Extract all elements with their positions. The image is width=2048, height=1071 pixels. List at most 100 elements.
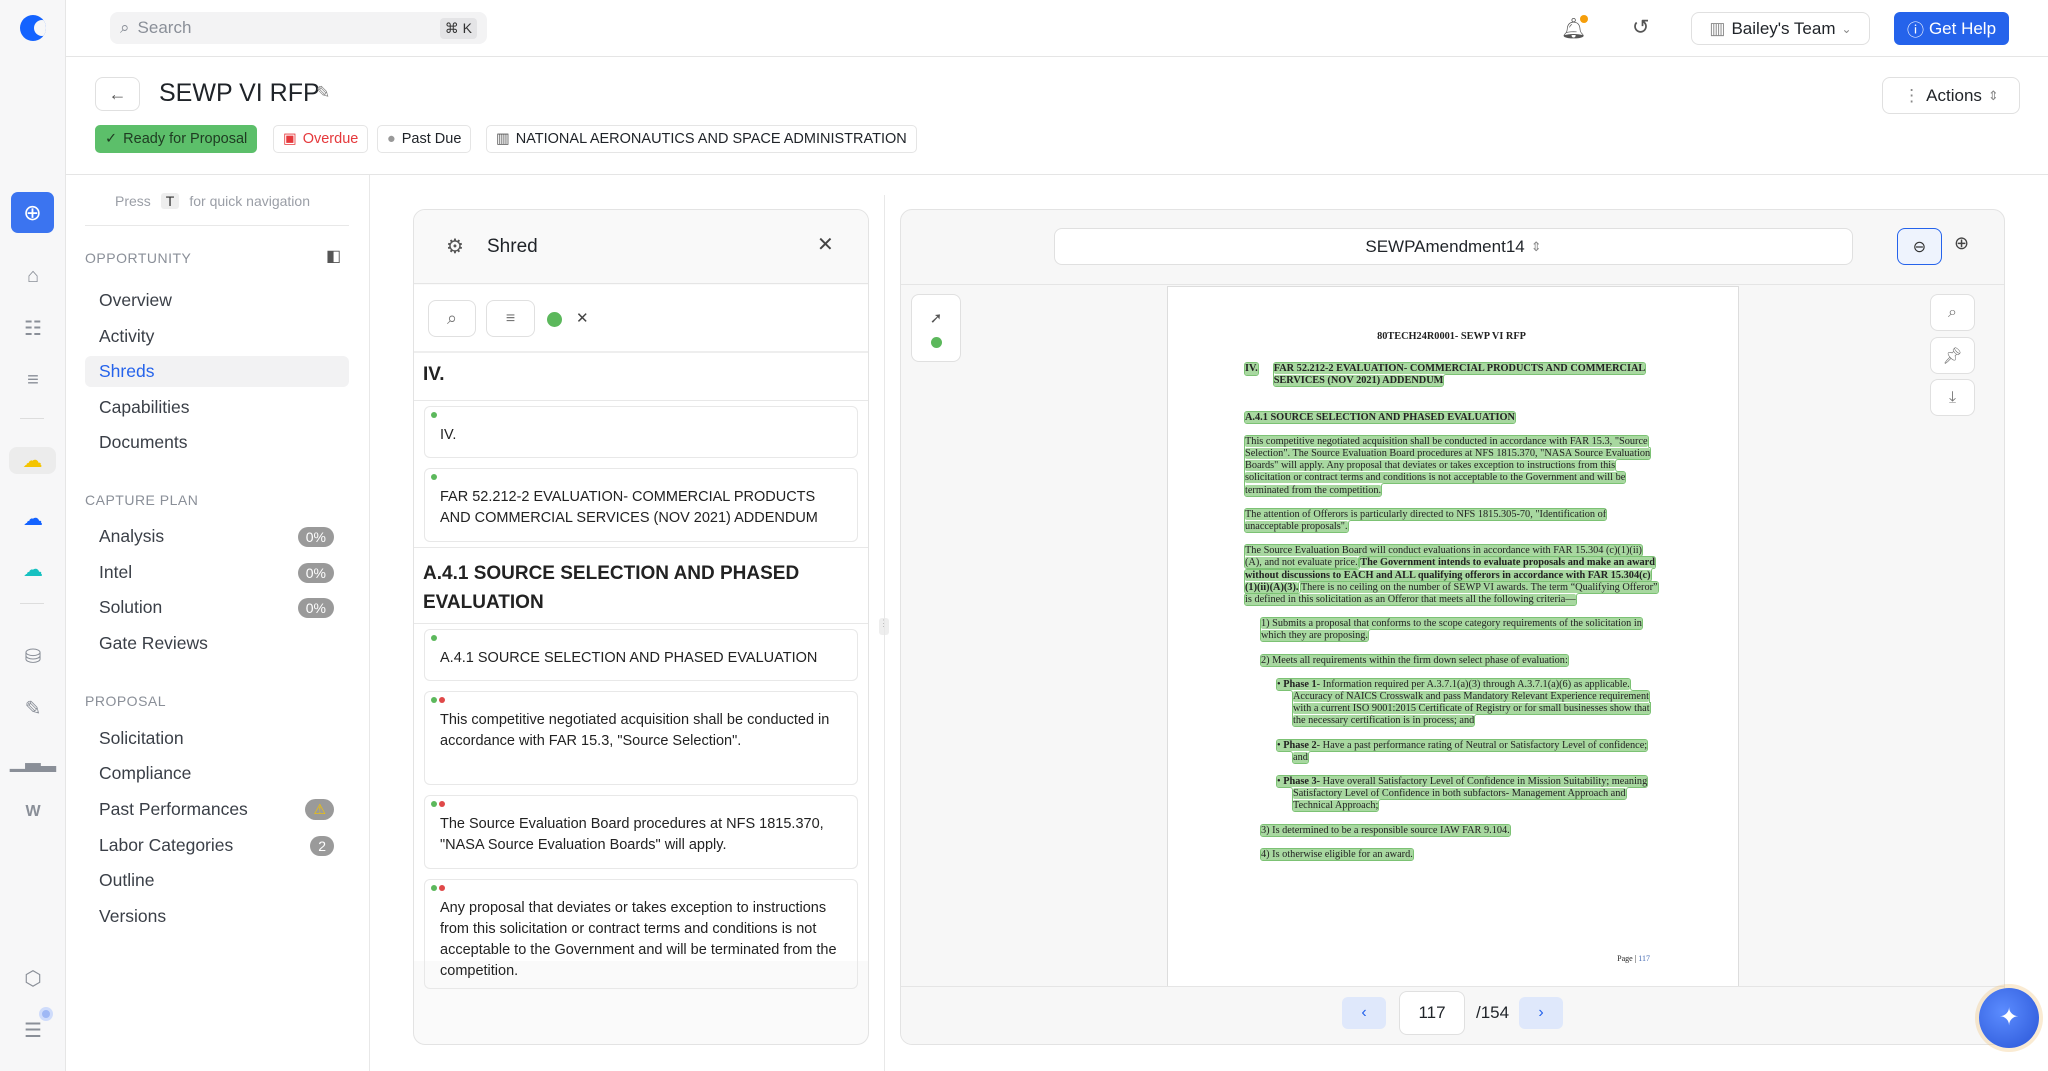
quick-nav-hint: Press T for quick navigation xyxy=(115,193,310,209)
back-button[interactable]: ← xyxy=(95,77,140,111)
zoom-in-button[interactable]: ⊕ xyxy=(1954,233,1969,254)
pdf-header: 80TECH24R0001- SEWP VI RFP xyxy=(1377,331,1526,342)
pdf-highlight[interactable]: There is no ceiling on the number of SEW… xyxy=(1244,580,1659,607)
nav-item-shreds[interactable]: Shreds xyxy=(85,356,349,387)
section-title-opportunity: OPPORTUNITY xyxy=(85,250,192,266)
nav-label: Analysis xyxy=(99,526,165,546)
edit-doc-icon[interactable]: ✎ xyxy=(17,692,49,724)
shred-card[interactable]: The Source Evaluation Board procedures a… xyxy=(424,795,858,869)
pdf-subsection[interactable]: A.4.1 SOURCE SELECTION AND PHASED EVALUA… xyxy=(1244,410,1516,424)
shred-text: Any proposal that deviates or takes exce… xyxy=(440,900,837,979)
shred-card[interactable]: This competitive negotiated acquisition … xyxy=(424,691,858,785)
collapse-sidebar-icon[interactable]: ◧ xyxy=(326,246,341,266)
workspace-blue-icon[interactable]: ☁ xyxy=(17,502,49,534)
pdf-phase-label: Phase 3- xyxy=(1283,776,1321,788)
pdf-highlight[interactable]: 4) Is otherwise eligible for an award. xyxy=(1260,847,1414,861)
search-list-icon[interactable]: ≡ xyxy=(17,364,49,396)
nav-item-overview[interactable]: Overview xyxy=(85,285,349,316)
download-button[interactable]: ⤓ xyxy=(1930,379,1975,416)
page-number-input[interactable]: 117 xyxy=(1399,991,1465,1035)
zoom-out-button[interactable]: ⊖ xyxy=(1897,228,1942,265)
status-tag-overdue[interactable]: ▣ Overdue xyxy=(273,125,369,153)
nav-item-solution[interactable]: Solution 0% xyxy=(85,592,349,623)
nav-item-capabilities[interactable]: Capabilities xyxy=(85,392,349,423)
find-in-document-button[interactable]: ⌕ xyxy=(1930,294,1975,331)
settings-icon[interactable]: ⚙ xyxy=(446,234,464,259)
shred-card[interactable]: Any proposal that deviates or takes exce… xyxy=(424,879,858,989)
green-filter-dot[interactable] xyxy=(547,312,562,327)
nav-item-analysis[interactable]: Analysis 0% xyxy=(85,521,349,552)
ai-assistant-button[interactable]: ✦ xyxy=(1979,988,2039,1048)
pdf-highlight[interactable]: 3) Is determined to be a responsible sou… xyxy=(1260,823,1511,837)
shred-list: ⌕ ≡ ✕ IV. IV. FAR 52.212-2 EVALUATION- C… xyxy=(414,285,868,989)
more-vertical-icon: ⋮ xyxy=(1903,85,1921,105)
tag-label: NATIONAL AERONAUTICS AND SPACE ADMINISTR… xyxy=(515,131,907,147)
team-selector[interactable]: ▥ Bailey's Team ⌄ xyxy=(1691,12,1870,45)
chart-icon[interactable]: ▁▃▂ xyxy=(10,744,56,776)
nav-item-intel[interactable]: Intel 0% xyxy=(85,557,349,588)
document-selector[interactable]: SEWPAmendment14 ⇕ xyxy=(1054,228,1853,265)
pdf-highlight[interactable]: 2) Meets all requirements within the fir… xyxy=(1260,653,1569,667)
filter-button[interactable]: ≡ xyxy=(486,300,535,337)
pin-button[interactable]: 📌︎ xyxy=(1930,337,1975,374)
nav-item-outline[interactable]: Outline xyxy=(85,865,349,896)
nav-label: Past Performances xyxy=(99,799,248,819)
pdf-footer-label: Page | xyxy=(1617,954,1637,963)
chevron-updown-icon: ⇕ xyxy=(1987,87,1999,103)
app-logo[interactable] xyxy=(20,15,46,41)
close-icon[interactable]: ✕ xyxy=(817,232,834,257)
bell-icon[interactable]: 🔔︎ xyxy=(1561,15,1589,41)
pdf-highlight[interactable]: Have overall Satisfactory Level of Confi… xyxy=(1293,776,1647,811)
shred-card[interactable]: IV. xyxy=(424,406,858,458)
pdf-highlight[interactable]: 1) Submits a proposal that conforms to t… xyxy=(1260,617,1643,643)
actions-button[interactable]: ⋮ Actions ⇕ xyxy=(1882,77,2020,114)
nav-item-gate-reviews[interactable]: Gate Reviews xyxy=(85,628,349,659)
history-icon[interactable]: ↺ xyxy=(1632,15,1650,40)
database-icon[interactable]: ⛁ xyxy=(17,640,49,672)
search-button[interactable]: ⌕ xyxy=(428,300,476,337)
next-page-button[interactable]: › xyxy=(1519,997,1563,1029)
edit-title-icon[interactable]: ✎ xyxy=(316,83,330,103)
word-icon[interactable]: W xyxy=(17,796,49,828)
prev-page-button[interactable]: ‹ xyxy=(1342,997,1386,1029)
status-tag-past-due[interactable]: ● Past Due xyxy=(377,125,472,153)
shred-card[interactable]: A.4.1 SOURCE SELECTION AND PHASED EVALUA… xyxy=(424,629,858,681)
tag-label: Past Due xyxy=(401,131,462,147)
get-help-button[interactable]: ⓘ Get Help xyxy=(1894,12,2009,45)
nav-item-past-performances[interactable]: Past Performances ⚠ xyxy=(85,794,349,825)
nav-item-activity[interactable]: Activity xyxy=(85,321,349,352)
pdf-phase-label: Phase 2 xyxy=(1283,739,1317,751)
status-tag-ready[interactable]: ✓ Ready for Proposal xyxy=(95,125,258,153)
pdf-highlight[interactable]: This competitive negotiated acquisition … xyxy=(1243,434,1652,497)
shred-text: FAR 52.212-2 EVALUATION- COMMERCIAL PROD… xyxy=(440,489,818,526)
nav-item-documents[interactable]: Documents xyxy=(85,427,349,458)
agency-tag[interactable]: ▥ NATIONAL AERONAUTICS AND SPACE ADMINIST… xyxy=(486,125,917,153)
section-title-capture-plan: CAPTURE PLAN xyxy=(85,492,199,508)
pdf-page: 80TECH24R0001- SEWP VI RFP IV. FAR 52.212… xyxy=(1167,286,1739,996)
green-highlight-dot[interactable] xyxy=(930,336,942,348)
list-icon[interactable]: ☷ xyxy=(17,312,49,344)
clear-filter-icon[interactable]: ✕ xyxy=(576,309,589,327)
pdf-section-number[interactable]: IV. xyxy=(1244,362,1259,377)
shred-text: IV. xyxy=(440,427,457,443)
pdf-highlight[interactable]: - Information required per A.3.7.1(a)(3)… xyxy=(1293,679,1650,727)
pdf-highlight[interactable]: - Have a past performance rating of Neut… xyxy=(1293,740,1647,763)
pointer-icon[interactable]: ➚ xyxy=(930,309,943,327)
pdf-highlight[interactable]: The attention of Offerors is particularl… xyxy=(1243,507,1608,534)
integration-icon[interactable]: ⬡ xyxy=(17,962,49,994)
nav-item-compliance[interactable]: Compliance xyxy=(85,758,349,789)
progress-badge: 0% xyxy=(297,597,334,618)
workspace-yellow-icon[interactable]: ☁ xyxy=(9,447,56,474)
create-button[interactable]: ⊕ xyxy=(11,192,54,233)
nav-item-versions[interactable]: Versions xyxy=(85,901,349,932)
shred-card[interactable]: FAR 52.212-2 EVALUATION- COMMERCIAL PROD… xyxy=(424,468,858,542)
workspace-teal-icon[interactable]: ☁ xyxy=(17,553,49,585)
nav-item-solicitation[interactable]: Solicitation xyxy=(85,723,349,754)
get-help-label: Get Help xyxy=(1928,18,1997,38)
search-input[interactable]: ⌕ Search ⌘ K xyxy=(110,12,487,44)
nav-item-labor-categories[interactable]: Labor Categories 2 xyxy=(85,830,349,861)
nav-label: Solution xyxy=(99,597,163,617)
home-icon[interactable]: ⌂ xyxy=(17,260,49,292)
annotation-tools: ➚ xyxy=(911,294,961,362)
pdf-section-title[interactable]: FAR 52.212-2 EVALUATION- COMMERCIAL PROD… xyxy=(1272,362,1647,388)
